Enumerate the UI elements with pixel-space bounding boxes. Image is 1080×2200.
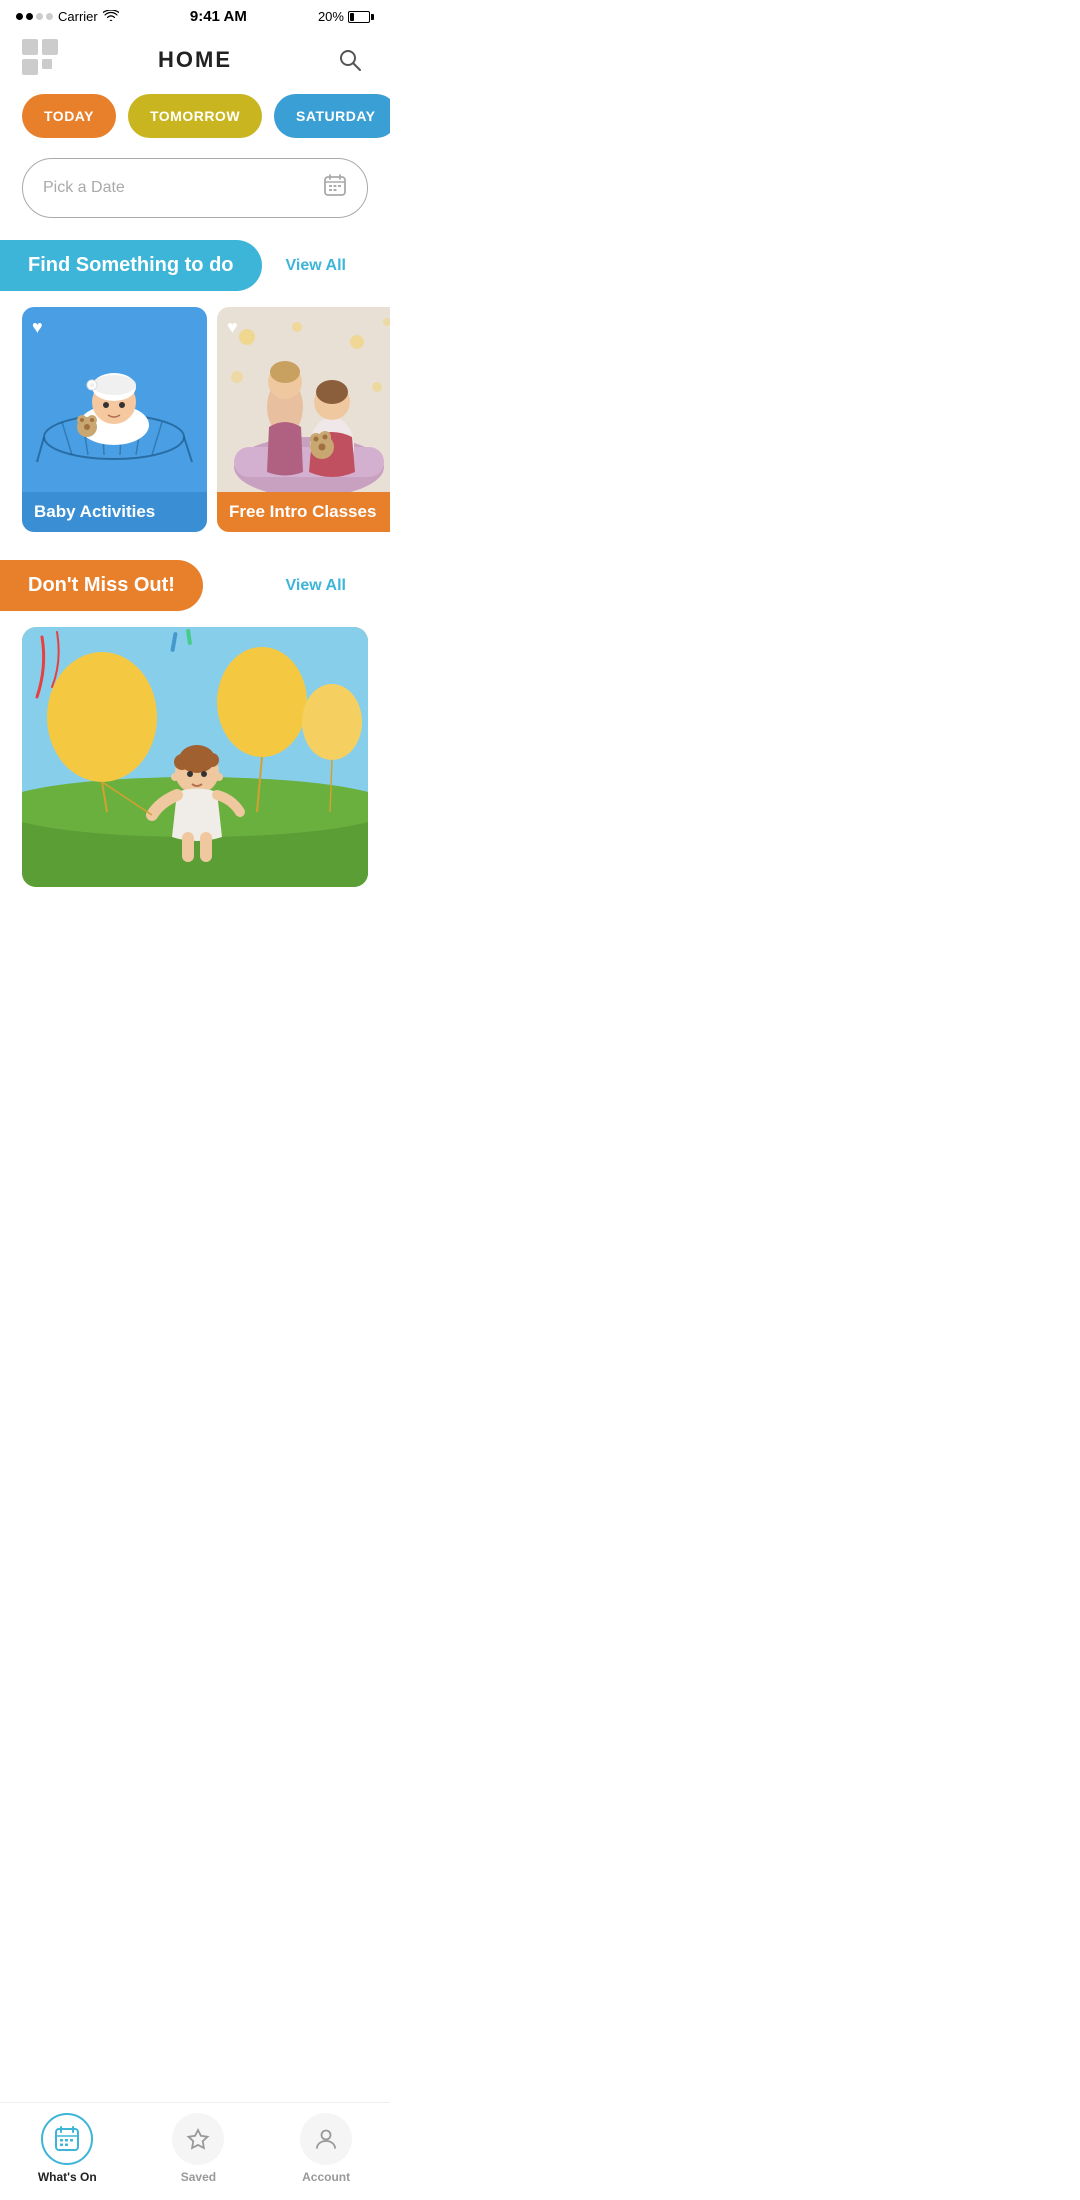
signal-dots (16, 13, 53, 20)
date-picker-placeholder: Pick a Date (43, 179, 125, 197)
page-title: HOME (158, 47, 232, 73)
find-view-all[interactable]: View All (286, 257, 368, 275)
search-button[interactable] (332, 42, 368, 78)
account-icon-circle (300, 2113, 352, 2165)
nav-account-label: Account (302, 2170, 350, 2184)
card-image-intro: ♥ (217, 307, 390, 492)
dont-miss-view-all[interactable]: View All (286, 577, 368, 595)
featured-card-bg (22, 627, 368, 887)
wifi-icon (103, 9, 119, 25)
signal-dot-1 (16, 13, 23, 20)
date-picker[interactable]: Pick a Date (22, 158, 368, 218)
status-left: Carrier (16, 9, 119, 25)
saved-icon-circle (172, 2113, 224, 2165)
dont-miss-section-header: Don't Miss Out! View All (0, 532, 390, 611)
card-heart-baby[interactable]: ♥ (32, 317, 43, 338)
filter-tomorrow[interactable]: TOMORROW (128, 94, 262, 138)
card-heart-intro[interactable]: ♥ (227, 317, 238, 338)
featured-card[interactable] (22, 627, 368, 887)
signal-dot-2 (26, 13, 33, 20)
card-label-baby: Baby Activities (22, 492, 207, 532)
header: HOME (0, 29, 390, 94)
app-logo (22, 39, 58, 80)
whats-on-icon-circle (41, 2113, 93, 2165)
date-filter-row: TODAY TOMORROW SATURDAY SUNDA (0, 94, 390, 138)
nav-account[interactable]: Account (300, 2113, 352, 2184)
signal-dot-3 (36, 13, 43, 20)
status-right: 20% (318, 9, 374, 24)
filter-saturday[interactable]: SATURDAY (274, 94, 390, 138)
activity-cards-row: ♥ Baby Activities (0, 291, 390, 532)
card-label-intro: Free Intro Classes (217, 492, 390, 532)
status-time: 9:41 AM (190, 8, 247, 25)
find-section-title: Find Something to do (0, 240, 262, 291)
filter-today[interactable]: TODAY (22, 94, 116, 138)
signal-dot-4 (46, 13, 53, 20)
bottom-nav: What's On Saved Account (0, 2102, 390, 2200)
find-section-header: Find Something to do View All (0, 218, 390, 291)
nav-whats-on-label: What's On (38, 2170, 97, 2184)
card-image-baby: ♥ (22, 307, 207, 492)
date-picker-wrap: Pick a Date (22, 158, 368, 218)
status-bar: Carrier 9:41 AM 20% (0, 0, 390, 29)
battery-percent: 20% (318, 9, 344, 24)
battery-icon (348, 11, 374, 23)
nav-saved[interactable]: Saved (172, 2113, 224, 2184)
dont-miss-title: Don't Miss Out! (0, 560, 203, 611)
nav-whats-on[interactable]: What's On (38, 2113, 97, 2184)
carrier-text: Carrier (58, 9, 98, 24)
calendar-icon (323, 173, 347, 203)
card-free-intro[interactable]: ♥ Free Intro Classes (217, 307, 390, 532)
nav-saved-label: Saved (181, 2170, 216, 2184)
card-baby-activities[interactable]: ♥ Baby Activities (22, 307, 207, 532)
